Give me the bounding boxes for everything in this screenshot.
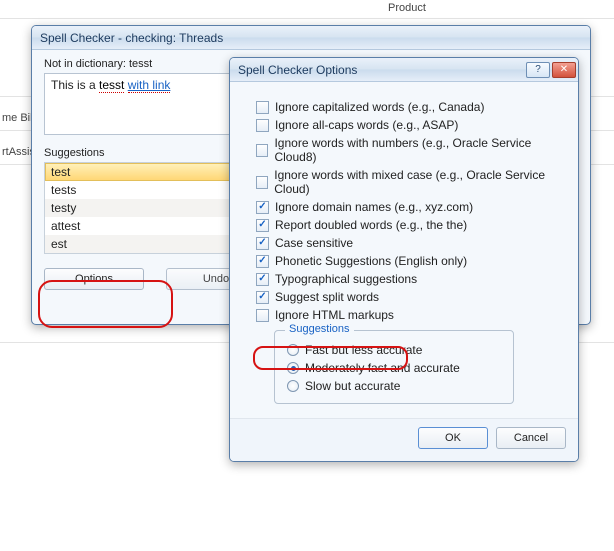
checkbox[interactable] — [256, 273, 269, 286]
radio-label: Slow but accurate — [305, 379, 400, 393]
checkbox-row[interactable]: Ignore all-caps words (e.g., ASAP) — [256, 118, 562, 132]
checkbox-label: Ignore all-caps words (e.g., ASAP) — [275, 118, 458, 132]
checkbox-label: Ignore words with mixed case (e.g., Orac… — [274, 168, 562, 196]
checkbox-row[interactable]: Ignore capitalized words (e.g., Canada) — [256, 100, 562, 114]
checkbox-label: Ignore words with numbers (e.g., Oracle … — [274, 136, 562, 164]
radio-row[interactable]: Moderately fast and accurate — [287, 361, 501, 375]
checkbox[interactable] — [256, 255, 269, 268]
spell-checker-title: Spell Checker - checking: Threads — [40, 31, 588, 45]
checkbox-label: Typographical suggestions — [275, 272, 417, 286]
checkbox[interactable] — [256, 309, 269, 322]
radio-row[interactable]: Fast but less accurate — [287, 343, 501, 357]
context-misspelled-word: tesst — [99, 78, 124, 93]
suggestions-fieldset: SuggestionsFast but less accurateModerat… — [274, 330, 514, 404]
checkbox[interactable] — [256, 144, 268, 157]
bg-product-label: Product — [388, 2, 426, 14]
checkbox[interactable] — [256, 176, 268, 189]
checkbox-row[interactable]: Typographical suggestions — [256, 272, 562, 286]
checkbox-row[interactable]: Ignore HTML markups — [256, 308, 562, 322]
radio[interactable] — [287, 362, 299, 374]
options-footer: OK Cancel — [230, 418, 578, 461]
options-titlebar: Spell Checker Options ? ✕ — [230, 58, 578, 82]
radio[interactable] — [287, 380, 299, 392]
checkbox-row[interactable]: Phonetic Suggestions (English only) — [256, 254, 562, 268]
checkbox-label: Case sensitive — [275, 236, 353, 250]
cancel-button[interactable]: Cancel — [496, 427, 566, 449]
checkbox[interactable] — [256, 119, 269, 132]
ok-button[interactable]: OK — [418, 427, 488, 449]
suggestions-legend: Suggestions — [285, 323, 354, 335]
checkbox[interactable] — [256, 237, 269, 250]
close-button[interactable]: ✕ — [552, 62, 576, 78]
checkbox-row[interactable]: Case sensitive — [256, 236, 562, 250]
checkbox-row[interactable]: Ignore words with mixed case (e.g., Orac… — [256, 168, 562, 196]
checkbox-label: Suggest split words — [275, 290, 379, 304]
options-button[interactable]: Options — [44, 268, 144, 290]
radio-label: Fast but less accurate — [305, 343, 422, 357]
checkbox-label: Report doubled words (e.g., the the) — [275, 218, 467, 232]
checkbox-label: Ignore HTML markups — [275, 308, 394, 322]
checkbox[interactable] — [256, 219, 269, 232]
checkbox[interactable] — [256, 291, 269, 304]
checkbox-row[interactable]: Ignore domain names (e.g., xyz.com) — [256, 200, 562, 214]
options-body: Ignore capitalized words (e.g., Canada) I… — [230, 82, 578, 418]
checkbox-row[interactable]: Suggest split words — [256, 290, 562, 304]
radio-label: Moderately fast and accurate — [305, 361, 460, 375]
radio-row[interactable]: Slow but accurate — [287, 379, 501, 393]
checkbox[interactable] — [256, 101, 269, 114]
options-title: Spell Checker Options — [238, 63, 524, 77]
checkbox-row[interactable]: Report doubled words (e.g., the the) — [256, 218, 562, 232]
checkbox-row[interactable]: Ignore words with numbers (e.g., Oracle … — [256, 136, 562, 164]
checkbox-label: Phonetic Suggestions (English only) — [275, 254, 467, 268]
checkbox[interactable] — [256, 201, 269, 214]
help-button[interactable]: ? — [526, 62, 550, 78]
spell-checker-options-window: Spell Checker Options ? ✕ Ignore capital… — [229, 57, 579, 462]
context-link-text[interactable]: with link — [128, 78, 171, 93]
radio[interactable] — [287, 344, 299, 356]
checkbox-label: Ignore capitalized words (e.g., Canada) — [275, 100, 484, 114]
spell-checker-titlebar: Spell Checker - checking: Threads — [32, 26, 590, 50]
context-text-prefix: This is a — [51, 78, 99, 92]
checkbox-label: Ignore domain names (e.g., xyz.com) — [275, 200, 473, 214]
